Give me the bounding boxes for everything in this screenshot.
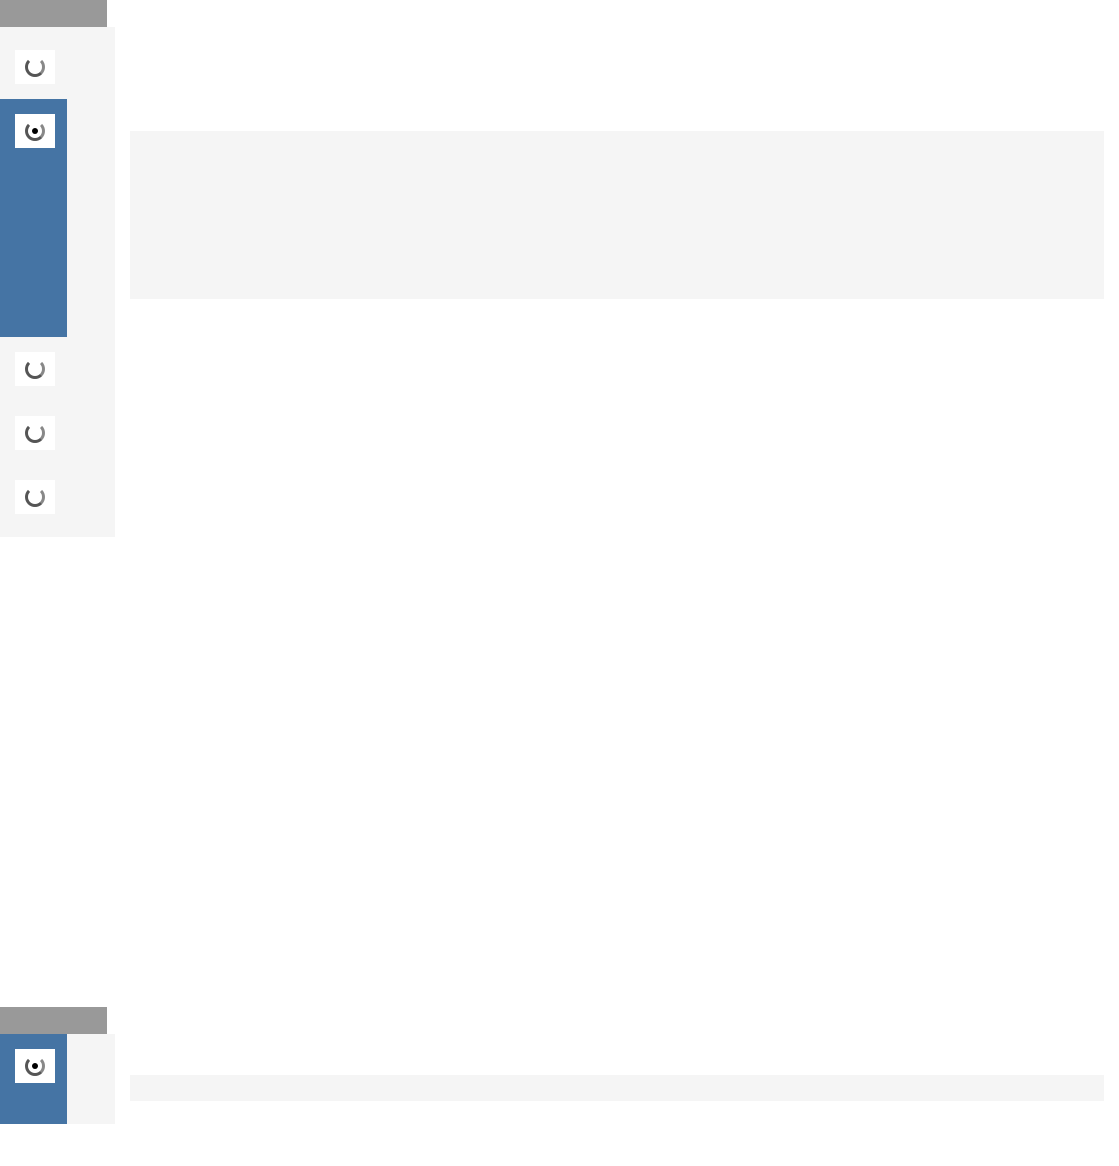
section-header-bar [0,1007,107,1034]
loading-icon [15,114,55,148]
section-body [0,27,1119,537]
content-panel [130,131,1104,299]
content-panel [130,1075,1104,1101]
loading-icon [15,1049,55,1083]
main-content [115,27,1119,537]
sidebar-item-1-active[interactable] [0,1034,67,1124]
loading-icon [15,416,55,450]
sidebar [0,27,115,537]
sidebar-item-5[interactable] [0,465,115,529]
section-body [0,1034,1119,1124]
loading-icon [15,352,55,386]
loading-icon [15,50,55,84]
loading-icon [15,480,55,514]
sidebar-item-3[interactable] [0,337,115,401]
section-header-bar [0,0,107,27]
main-content [115,1034,1119,1124]
section-2 [0,1007,1119,1124]
sidebar-item-2-active[interactable] [0,99,67,337]
sidebar-item-4[interactable] [0,401,115,465]
sidebar-item-1[interactable] [0,35,115,99]
spacer [0,537,1119,1007]
section-1 [0,0,1119,537]
sidebar [0,1034,115,1124]
